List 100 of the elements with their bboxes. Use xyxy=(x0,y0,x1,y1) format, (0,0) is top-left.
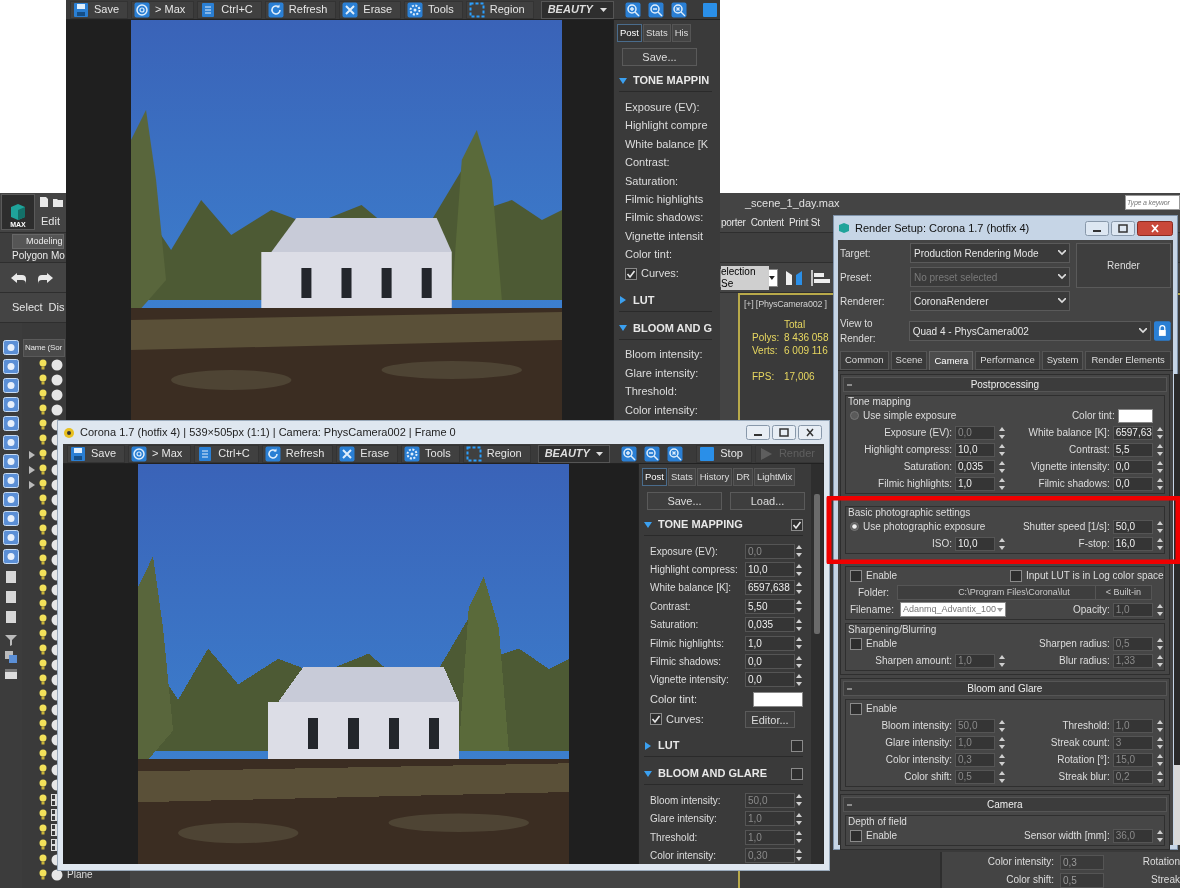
filter-icon[interactable] xyxy=(3,454,19,469)
lock-icon[interactable] xyxy=(1154,321,1171,341)
tab[interactable]: System xyxy=(1041,351,1084,370)
section-header[interactable]: LUT xyxy=(658,737,785,754)
light-bulb-icon[interactable] xyxy=(39,808,47,821)
filter-icon[interactable] xyxy=(3,492,19,507)
filter-icon[interactable] xyxy=(3,359,19,374)
toolbar-button[interactable]: Save xyxy=(70,0,129,19)
dropdown[interactable]: Quad 4 - PhysCamera002 xyxy=(908,321,1152,341)
document-icon[interactable] xyxy=(5,610,17,624)
folder-icon[interactable] xyxy=(52,196,64,208)
number-field[interactable]: 0,0 xyxy=(745,672,795,688)
scrollbar-thumb[interactable] xyxy=(814,494,820,634)
light-bulb-icon[interactable] xyxy=(39,748,47,761)
menu-item[interactable]: porter xyxy=(721,215,746,230)
menu-item[interactable]: Dis xyxy=(48,299,65,316)
light-bulb-icon[interactable] xyxy=(39,793,47,806)
checkbox[interactable] xyxy=(791,767,803,780)
tab[interactable]: DR xyxy=(733,468,753,486)
menu-item[interactable]: Edit xyxy=(39,213,64,230)
light-bulb-icon[interactable] xyxy=(39,388,47,401)
render-button[interactable]: Render xyxy=(1076,243,1171,288)
minimize-icon[interactable] xyxy=(1085,220,1109,236)
square-button[interactable] xyxy=(700,0,720,19)
rollout-header[interactable]: Postprocessing xyxy=(843,377,1167,392)
filter-icon[interactable] xyxy=(3,435,19,450)
light-bulb-icon[interactable] xyxy=(39,763,47,776)
light-bulb-icon[interactable] xyxy=(39,598,47,611)
maximize-icon[interactable] xyxy=(1111,220,1135,236)
triangle-icon[interactable] xyxy=(618,76,627,85)
triangle-icon[interactable] xyxy=(644,769,652,778)
light-bulb-icon[interactable] xyxy=(39,553,47,566)
toolbar-button[interactable]: Tools xyxy=(404,0,463,19)
toolbar-button[interactable]: > Max xyxy=(131,0,195,19)
number-field[interactable]: 0,0 xyxy=(1112,476,1153,491)
light-bulb-icon[interactable] xyxy=(39,643,47,656)
number-field[interactable]: 1,0 xyxy=(955,476,995,491)
tab[interactable]: Post xyxy=(642,468,667,486)
checkbox[interactable] xyxy=(850,702,862,715)
zoom-in-button[interactable] xyxy=(623,0,643,19)
filter-icon[interactable] xyxy=(3,473,19,488)
checkbox[interactable] xyxy=(624,267,637,280)
section-header[interactable]: TONE MAPPIN xyxy=(632,72,712,89)
toolbar-button[interactable]: > Max xyxy=(128,444,192,463)
checkbox[interactable] xyxy=(1010,569,1022,582)
render-pass-dropdown[interactable]: BEAUTY xyxy=(540,0,614,19)
filter-icon[interactable] xyxy=(3,549,19,564)
tab[interactable]: LightMix xyxy=(753,468,796,486)
section-header[interactable]: LUT xyxy=(632,291,712,309)
light-bulb-icon[interactable] xyxy=(39,778,47,791)
dropdown[interactable]: Adanmq_Advantix_100 xyxy=(899,602,1006,617)
tab[interactable]: Common xyxy=(840,351,889,370)
panel-icon[interactable] xyxy=(4,668,18,680)
mirror-icon[interactable] xyxy=(784,268,804,287)
menu-item[interactable]: Select xyxy=(12,299,43,316)
checkbox[interactable] xyxy=(850,637,862,650)
zoom-fit-button[interactable] xyxy=(665,444,686,463)
triangle-icon[interactable] xyxy=(618,296,627,304)
filter-icon[interactable] xyxy=(3,530,19,545)
built-in-button[interactable]: < Built-in xyxy=(1094,585,1152,600)
tab[interactable]: Scene xyxy=(890,351,928,370)
light-bulb-icon[interactable] xyxy=(39,868,47,881)
tab[interactable]: Camera xyxy=(929,351,974,370)
toolbar-button[interactable]: Erase xyxy=(336,444,399,463)
filter-icon[interactable] xyxy=(3,340,19,355)
tab[interactable]: Post xyxy=(616,24,642,42)
number-field[interactable]: 0,0 xyxy=(1112,459,1153,474)
light-bulb-icon[interactable] xyxy=(39,718,47,731)
light-bulb-icon[interactable] xyxy=(39,538,47,551)
radio-button[interactable] xyxy=(850,522,859,531)
button[interactable]: Editor... xyxy=(745,710,795,728)
toolbar-button[interactable]: Refresh xyxy=(261,444,334,463)
zoom-fit-button[interactable] xyxy=(669,0,689,19)
tab[interactable]: His xyxy=(671,24,692,42)
toolbar-button[interactable]: Stop xyxy=(696,444,752,463)
align-icon[interactable] xyxy=(810,268,832,287)
light-bulb-icon[interactable] xyxy=(39,403,47,416)
document-icon[interactable] xyxy=(5,570,17,584)
filter-icon[interactable] xyxy=(3,416,19,431)
light-bulb-icon[interactable] xyxy=(39,688,47,701)
light-bulb-icon[interactable] xyxy=(39,568,47,581)
color-swatch[interactable] xyxy=(753,691,803,707)
triangle-icon[interactable] xyxy=(644,741,652,750)
toolbar-button[interactable]: Region xyxy=(465,0,534,19)
number-field[interactable]: 50,0 xyxy=(1112,519,1153,534)
column-header[interactable]: Name (Sor xyxy=(23,339,65,357)
viewport-label[interactable]: [+] [PhysCamera002 ] xyxy=(744,297,827,311)
zoom-in-button[interactable] xyxy=(619,444,640,463)
light-bulb-icon[interactable] xyxy=(39,838,47,851)
tab[interactable]: Performance xyxy=(975,351,1040,370)
document-icon[interactable] xyxy=(39,196,49,208)
redo-icon[interactable] xyxy=(36,270,54,285)
light-bulb-icon[interactable] xyxy=(39,523,47,536)
toolbar-button[interactable]: Region xyxy=(462,444,531,463)
number-field[interactable]: 6597,63 xyxy=(1112,425,1153,440)
light-bulb-icon[interactable] xyxy=(39,823,47,836)
number-field[interactable]: 0,3 xyxy=(1060,854,1104,870)
number-field[interactable]: 0,5 xyxy=(1060,872,1104,888)
close-icon[interactable] xyxy=(798,425,822,440)
light-bulb-icon[interactable] xyxy=(39,703,47,716)
